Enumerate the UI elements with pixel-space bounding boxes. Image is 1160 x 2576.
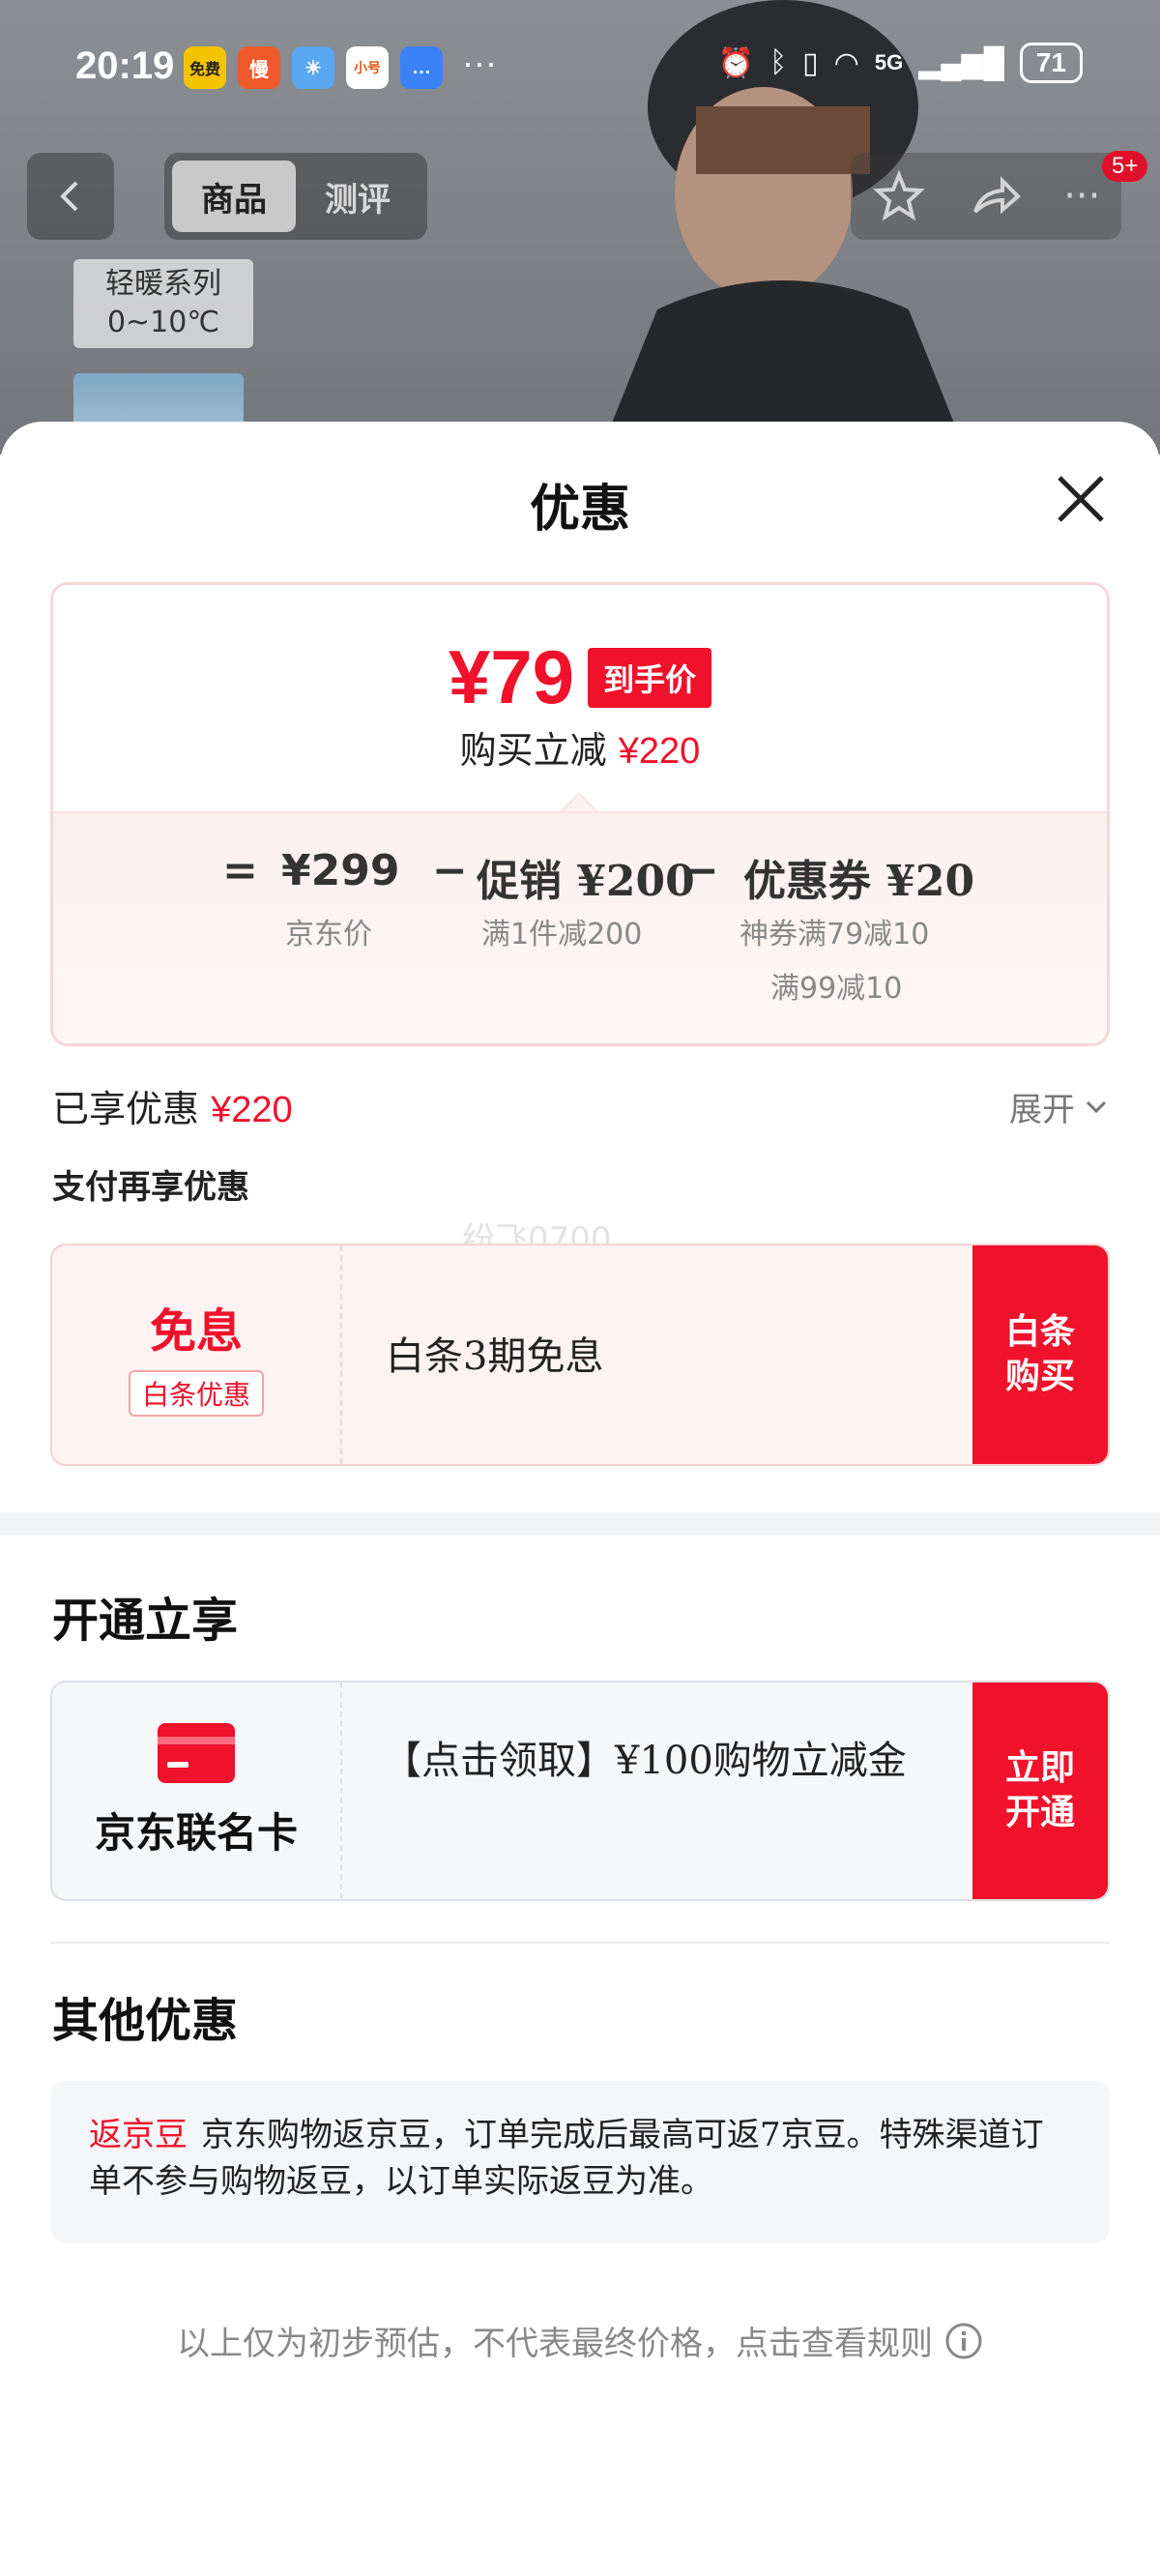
divider bbox=[50, 1942, 1110, 1944]
series-name: 轻暖系列 bbox=[105, 267, 221, 301]
chevron-left-icon bbox=[60, 181, 78, 212]
bluetooth-icon: ᛒ bbox=[769, 46, 788, 78]
formula-promotion: 促销 ¥200 bbox=[477, 857, 695, 906]
expand-label: 展开 bbox=[1009, 1091, 1075, 1129]
formula-coupon: 优惠券 ¥20 bbox=[743, 857, 975, 906]
price-formula: = ¥299 − 促销 ¥200 − 优惠券 ¥20 京东价 满1件减200 神… bbox=[53, 811, 1107, 1043]
baitiao-text: 白条3期免息 bbox=[386, 1334, 604, 1379]
expand-button[interactable]: 展开 bbox=[1009, 1083, 1110, 1130]
baitiao-card[interactable]: 免息 白条优惠 白条3期免息 白条购买 bbox=[50, 1244, 1110, 1466]
tab-product[interactable]: 商品 bbox=[172, 161, 296, 232]
formula-coupon-label: 神券满79减10 bbox=[740, 918, 930, 951]
tab-review[interactable]: 测评 bbox=[296, 161, 420, 232]
weather-app-icon: ☀ bbox=[292, 46, 334, 89]
status-bar: 20:19 免费 慢 ☀ 小号 … ··· ⏰ ᛒ ▯ ◠ 5G ▂▄▆█ 71 bbox=[0, 0, 1160, 145]
series-tag: 轻暖系列 0~10℃ bbox=[73, 259, 253, 348]
baitiao-buy-button[interactable]: 白条购买 bbox=[972, 1245, 1108, 1464]
share-icon[interactable] bbox=[968, 169, 1022, 223]
minus-sign: − bbox=[683, 846, 719, 895]
app-icon: 慢 bbox=[238, 46, 280, 89]
minus-sign: − bbox=[432, 846, 468, 895]
info-icon bbox=[945, 2323, 982, 2358]
jd-bean-tag: 返京豆 bbox=[89, 2116, 188, 2154]
series-temp: 0~10℃ bbox=[106, 306, 220, 339]
baitiao-title: 免息 bbox=[149, 1304, 243, 1359]
reduce-amount: ¥220 bbox=[618, 731, 701, 772]
other-section-title: 其他优惠 bbox=[52, 1994, 239, 2048]
price-summary: ¥79 到手价 购买立减 ¥220 bbox=[53, 585, 1107, 811]
section-divider bbox=[0, 1512, 1160, 1536]
credit-card-icon bbox=[158, 1722, 235, 1783]
open-now-button[interactable]: 立即开通 bbox=[972, 1683, 1108, 1899]
price-breakdown-card: ¥79 到手价 购买立减 ¥220 = ¥299 − 促销 ¥200 − 优惠券… bbox=[50, 582, 1110, 1046]
final-price-tag: 到手价 bbox=[588, 647, 712, 708]
alarm-icon: ⏰ bbox=[717, 46, 755, 79]
nav-tools: ··· bbox=[851, 153, 1121, 240]
jd-bean-offer: 返京豆 京东购物返京豆，订单完成后最高可返7京豆。特殊渠道订单不参与购物返豆，以订… bbox=[50, 2081, 1110, 2243]
formula-promotion-label: 满1件减200 bbox=[481, 918, 643, 951]
status-app-icons: 免费 慢 ☀ 小号 … bbox=[184, 46, 443, 89]
app-icon: 免费 bbox=[184, 46, 226, 89]
formula-jd-price-label: 京东价 bbox=[285, 918, 372, 951]
star-icon[interactable] bbox=[872, 169, 926, 223]
status-indicators: ⏰ ᛒ ▯ ◠ 5G ▂▄▆█ 71 bbox=[718, 43, 1083, 83]
battery-indicator: 71 bbox=[1019, 43, 1083, 83]
message-app-icon: … bbox=[400, 46, 443, 89]
cobrand-card-name: 京东联名卡 bbox=[94, 1808, 298, 1857]
reduce-label: 购买立减 bbox=[459, 729, 607, 772]
cobrand-card-text: 【点击领取】¥100购物立减金 bbox=[383, 1739, 907, 1783]
open-section-title: 开通立享 bbox=[52, 1594, 239, 1648]
enjoyed-label: 已享优惠 bbox=[52, 1088, 200, 1130]
enjoyed-amount: ¥220 bbox=[211, 1090, 293, 1130]
status-more: ··· bbox=[462, 43, 497, 82]
cobrand-card-offer[interactable]: 京东联名卡 【点击领取】¥100购物立减金 立即开通 bbox=[50, 1681, 1110, 1901]
rules-note-text: 以上仅为初步预估，不代表最终价格，点击查看规则 bbox=[177, 2325, 933, 2363]
enjoyed-discount: 已享优惠 ¥220 bbox=[52, 1079, 293, 1132]
status-time: 20:19 bbox=[75, 44, 175, 87]
baitiao-sub: 白条优惠 bbox=[128, 1370, 264, 1417]
equals-sign: = bbox=[222, 846, 258, 895]
rules-note[interactable]: 以上仅为初步预估，不代表最终价格，点击查看规则 bbox=[0, 2317, 1160, 2364]
product-page-background: 20:19 免费 慢 ☀ 小号 … ··· ⏰ ᛒ ▯ ◠ 5G ▂▄▆█ 71… bbox=[0, 0, 1160, 454]
signal-icon: ▂▄▆█ bbox=[918, 46, 1004, 79]
baitiao-badge: 免息 白条优惠 bbox=[52, 1245, 342, 1464]
notification-badge: 5+ bbox=[1102, 151, 1148, 182]
more-icon[interactable]: ··· bbox=[1063, 174, 1100, 219]
pay-more-label: 支付再享优惠 bbox=[52, 1168, 249, 1207]
reduce-row: 购买立减 ¥220 bbox=[53, 720, 1107, 774]
back-button[interactable] bbox=[27, 153, 114, 240]
cobrand-card-badge: 京东联名卡 bbox=[52, 1683, 342, 1899]
formula-jd-price: ¥299 bbox=[281, 846, 400, 895]
app-icon: 小号 bbox=[346, 46, 389, 89]
wifi-icon: ◠ bbox=[833, 46, 859, 79]
formula-coupon-label-2: 满99减10 bbox=[770, 972, 903, 1006]
product-tabs: 商品 测评 bbox=[164, 153, 427, 240]
network-label: 5G bbox=[874, 50, 904, 74]
sheet-title: 优惠 bbox=[529, 481, 630, 539]
chevron-down-icon bbox=[1086, 1100, 1107, 1113]
jd-bean-text: 京东购物返京豆，订单完成后最高可返7京豆。特殊渠道订单不参与购物返豆，以订单实际… bbox=[89, 2116, 1044, 2201]
vibrate-icon: ▯ bbox=[802, 46, 819, 79]
discount-sheet: 优惠 ¥79 到手价 购买立减 ¥220 = ¥299 − 促销 ¥200 − … bbox=[0, 422, 1160, 2576]
close-icon[interactable] bbox=[1052, 470, 1110, 528]
final-price: ¥79 bbox=[448, 634, 575, 719]
